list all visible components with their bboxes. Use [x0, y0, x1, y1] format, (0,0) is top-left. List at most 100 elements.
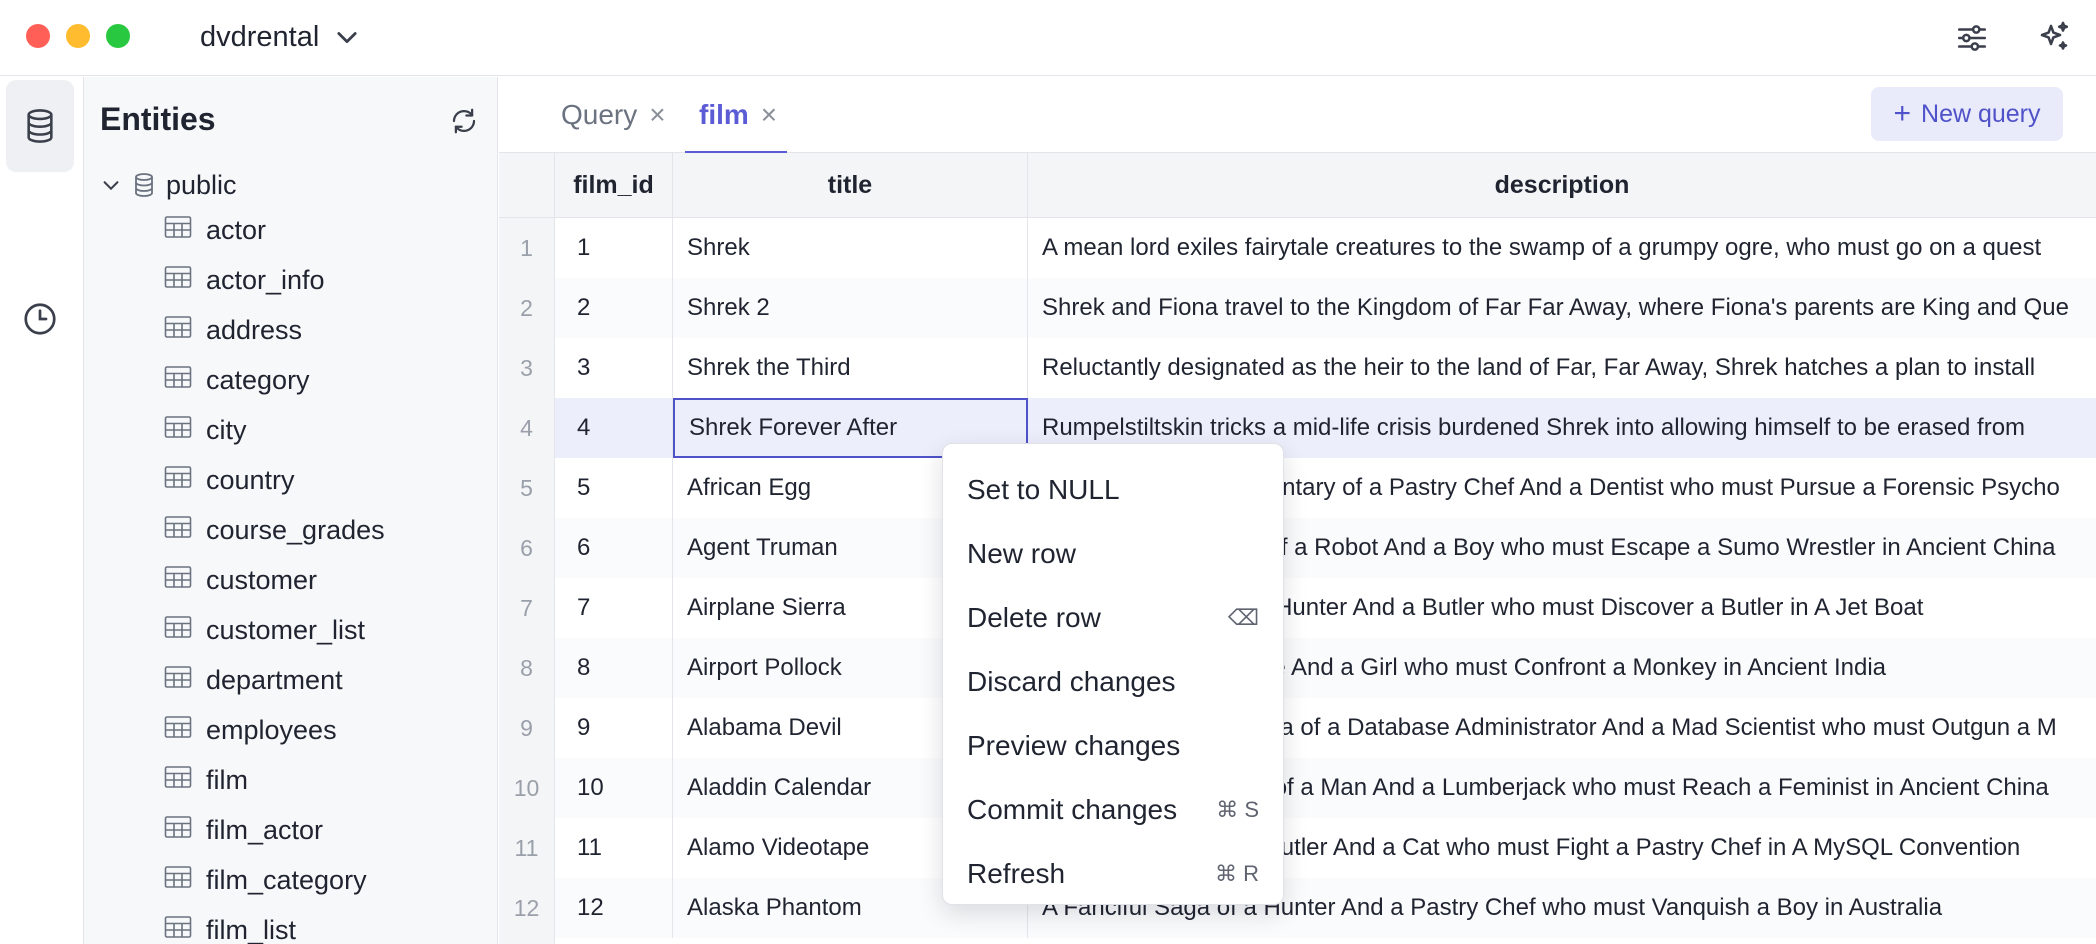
sidebar-item-city[interactable]: city: [164, 405, 484, 455]
close-icon[interactable]: ×: [649, 99, 665, 131]
column-header-title[interactable]: title: [673, 153, 1028, 218]
sidebar-item-film-actor[interactable]: film_actor: [164, 805, 484, 855]
table-icon: [164, 315, 192, 346]
database-icon[interactable]: [6, 80, 74, 172]
new-query-button[interactable]: + New query: [1871, 87, 2063, 141]
cell-film-id[interactable]: 6: [555, 518, 673, 578]
clock-icon[interactable]: [6, 275, 74, 363]
cell-film-id[interactable]: 1: [555, 218, 673, 278]
column-header-description[interactable]: description: [1028, 153, 2096, 218]
table-row[interactable]: 5 5 African Egg A Fast-Paced Documentary of…: [499, 458, 2096, 518]
sparkles-icon[interactable]: [2034, 18, 2074, 58]
database-selector[interactable]: dvdrental: [200, 16, 361, 58]
table-icon: [164, 915, 192, 944]
sidebar-item-category[interactable]: category: [164, 355, 484, 405]
refresh-icon[interactable]: [446, 103, 482, 139]
sidebar-item-label: city: [206, 414, 247, 445]
cell-description[interactable]: A mean lord exiles fairytale creatures t…: [1028, 218, 2096, 278]
cell-film-id[interactable]: 3: [555, 338, 673, 398]
sidebar-title: Entities: [100, 101, 216, 137]
sidebar-item-label: course_grades: [206, 514, 385, 545]
table-row[interactable]: 1 1 Shrek A mean lord exiles fairytale crea…: [499, 218, 2096, 278]
sidebar-item-film-list[interactable]: film_list: [164, 905, 484, 944]
column-header-film-id[interactable]: film_id: [555, 153, 673, 218]
sidebar-item-label: film_list: [206, 914, 297, 944]
sidebar-item-course-grades[interactable]: course_grades: [164, 505, 484, 555]
chevron-down-icon: [103, 181, 119, 191]
gutter-header: [499, 153, 555, 218]
sidebar-item-label: customer_list: [206, 614, 366, 645]
table-row[interactable]: 4 4 Shrek Forever After Rumpelstiltskin tri…: [499, 398, 2096, 458]
sidebar-item-label: customer: [206, 564, 318, 595]
cell-description[interactable]: Shrek and Fiona travel to the Kingdom of…: [1028, 278, 2096, 338]
menu-item-set-to-null[interactable]: Set to NULL: [943, 458, 1283, 522]
entities-sidebar: Entities public actor actor_infoaddress ca…: [84, 77, 498, 944]
table-row[interactable]: 6 6 Agent Truman A Intrepid Panorama of a R…: [499, 518, 2096, 578]
close-window-button[interactable]: [26, 24, 50, 48]
sidebar-item-label: film_category: [206, 864, 367, 895]
cell-title[interactable]: Shrek: [673, 218, 1028, 278]
cell-film-id[interactable]: 11: [555, 818, 673, 878]
cell-film-id[interactable]: 12: [555, 878, 673, 938]
cell-film-id[interactable]: 5: [555, 458, 673, 518]
table-icon: [164, 465, 192, 496]
sidebar-item-film-category[interactable]: film_category: [164, 855, 484, 905]
sidebar-item-country[interactable]: country: [164, 455, 484, 505]
database-name: dvdrental: [200, 20, 320, 53]
table-row[interactable]: 2 2 Shrek 2 Shrek and Fiona travel to the K…: [499, 278, 2096, 338]
cell-film-id[interactable]: 8: [555, 638, 673, 698]
menu-item-preview-changes[interactable]: Preview changes: [943, 714, 1283, 778]
sidebar-item-label: actor: [206, 214, 267, 245]
cell-title[interactable]: Shrek 2: [673, 278, 1028, 338]
sidebar-item-department[interactable]: department: [164, 655, 484, 705]
sidebar-item-customer[interactable]: customer: [164, 555, 484, 605]
sidebar-item-film[interactable]: film: [164, 755, 484, 805]
tab-bar: Query × film × + New query: [499, 77, 2096, 154]
zoom-window-button[interactable]: [106, 24, 130, 48]
menu-item-commit-changes[interactable]: Commit changes ⌘ S: [943, 778, 1283, 842]
tab-query[interactable]: Query ×: [561, 77, 666, 153]
table-icon: [164, 815, 192, 846]
sidebar-item-label: address: [206, 314, 303, 345]
table-row[interactable]: 12 12 Alaska Phantom A Fanciful Saga of a H…: [499, 878, 2096, 938]
table-row[interactable]: 3 3 Shrek the Third Reluctantly designated …: [499, 338, 2096, 398]
row-number: 12: [499, 878, 555, 938]
menu-item-refresh[interactable]: Refresh ⌘ R: [943, 842, 1283, 906]
cell-film-id[interactable]: 4: [555, 398, 673, 458]
sidebar-item-actor-info[interactable]: actor_info: [164, 255, 484, 305]
cell-description[interactable]: Reluctantly designated as the heir to th…: [1028, 338, 2096, 398]
table-row[interactable]: 10 10 Aladdin Calendar A Action-Packed Tale…: [499, 758, 2096, 818]
tab-label: film: [699, 99, 749, 130]
table-row[interactable]: 11 11 Alamo Videotape A Boring Epistle of a…: [499, 818, 2096, 878]
row-number: 4: [499, 398, 555, 458]
menu-item-shortcut: ⌫: [1227, 605, 1259, 630]
cell-title[interactable]: Shrek the Third: [673, 338, 1028, 398]
table-icon: [164, 665, 192, 696]
schema-public[interactable]: public: [100, 165, 237, 205]
sidebar-item-customer-list[interactable]: customer_list: [164, 605, 484, 655]
cell-film-id[interactable]: 9: [555, 698, 673, 758]
menu-item-new-row[interactable]: New row: [943, 522, 1283, 586]
row-number: 8: [499, 638, 555, 698]
cell-film-id[interactable]: 7: [555, 578, 673, 638]
table-row[interactable]: 8 8 Airport Pollock A Epic Tale of a Moose …: [499, 638, 2096, 698]
sidebar-item-address[interactable]: address: [164, 305, 484, 355]
table-icon: [164, 215, 192, 246]
data-grid: film_id title description 1 1 Shrek A mean …: [499, 153, 2096, 944]
cell-film-id[interactable]: 2: [555, 278, 673, 338]
context-menu: Set to NULL New row Delete row ⌫ Discard cha…: [942, 443, 1284, 905]
menu-item-discard-changes[interactable]: Discard changes: [943, 650, 1283, 714]
menu-item-delete-row[interactable]: Delete row ⌫: [943, 586, 1283, 650]
close-icon[interactable]: ×: [761, 99, 777, 131]
table-row[interactable]: 9 9 Alabama Devil A Thoughtful Panorama of …: [499, 698, 2096, 758]
schema-label: public: [166, 169, 237, 200]
minimize-window-button[interactable]: [66, 24, 90, 48]
row-number: 7: [499, 578, 555, 638]
sidebar-item-actor[interactable]: actor: [164, 205, 484, 255]
sliders-icon[interactable]: [1952, 18, 1992, 58]
cell-film-id[interactable]: 10: [555, 758, 673, 818]
tab-film[interactable]: film ×: [684, 77, 788, 154]
row-number: 2: [499, 278, 555, 338]
sidebar-item-employees[interactable]: employees: [164, 705, 484, 755]
table-row[interactable]: 7 7 Airplane Sierra A Touching Saga of a Hu…: [499, 578, 2096, 638]
